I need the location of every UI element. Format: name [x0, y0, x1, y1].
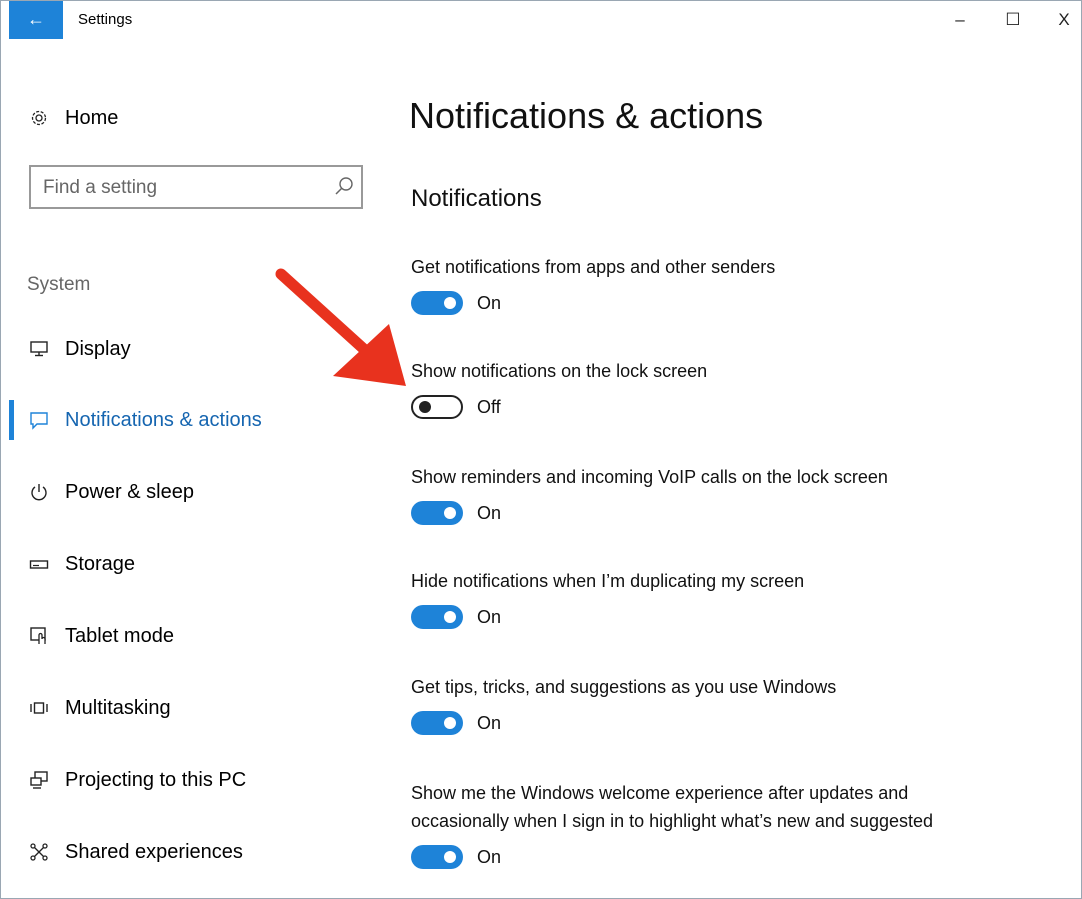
group-label-system: System — [27, 274, 91, 295]
toggle-knob — [444, 611, 456, 623]
tablet-icon — [27, 624, 51, 648]
main-content: Notifications & actions Notifications Ge… — [381, 39, 1081, 897]
toggle-state-label: On — [477, 502, 502, 523]
projector-icon — [27, 768, 51, 792]
sidebar-item-label: Tablet mode — [65, 624, 174, 647]
setting-tips-suggestions: Get tips, tricks, and suggestions as you… — [411, 673, 1051, 735]
close-button[interactable]: X — [1049, 7, 1079, 33]
setting-voip-reminders: Show reminders and incoming VoIP calls o… — [411, 463, 1051, 525]
setting-lock-screen-notifications: Show notifications on the lock screen Of… — [411, 357, 1051, 419]
back-button[interactable]: ← — [9, 1, 63, 39]
setting-app-notifications: Get notifications from apps and other se… — [411, 253, 1051, 315]
sidebar-item-tablet-mode[interactable]: Tablet mode — [1, 616, 381, 656]
power-icon — [27, 480, 51, 504]
setting-description: Show me the Windows welcome experience a… — [411, 783, 933, 831]
setting-description: Get tips, tricks, and suggestions as you… — [411, 677, 837, 697]
toggle-knob — [444, 717, 456, 729]
search-input[interactable] — [31, 167, 335, 209]
sidebar-item-projecting[interactable]: Projecting to this PC — [1, 760, 381, 800]
app-title: Settings — [78, 11, 133, 28]
maximize-button[interactable]: ☐ — [998, 7, 1028, 33]
toggle-switch[interactable] — [411, 395, 463, 419]
share-icon — [27, 840, 51, 864]
setting-description: Show reminders and incoming VoIP calls o… — [411, 467, 888, 487]
settings-window: ← Settings – ☐ X Home System Display — [0, 0, 1082, 899]
search-icon[interactable] — [333, 175, 355, 202]
home-label: Home — [65, 106, 119, 129]
toggle-knob — [444, 851, 456, 863]
sidebar-item-storage[interactable]: Storage — [1, 544, 381, 584]
toggle-state-label: On — [477, 846, 502, 867]
toggle-state-label: On — [477, 606, 502, 627]
toggle-switch[interactable] — [411, 845, 463, 869]
sidebar-home[interactable]: Home — [27, 103, 118, 133]
page-title: Notifications & actions — [409, 95, 764, 136]
setting-welcome-experience: Show me the Windows welcome experience a… — [411, 779, 941, 869]
section-title: Notifications — [411, 185, 542, 212]
monitor-icon — [27, 337, 51, 361]
minimize-button[interactable]: – — [945, 7, 975, 33]
sidebar-item-label: Power & sleep — [65, 480, 194, 503]
toggle-switch[interactable] — [411, 291, 463, 315]
sidebar: Home System Display Notifications & acti… — [1, 39, 381, 897]
toggle-switch[interactable] — [411, 605, 463, 629]
setting-description: Get notifications from apps and other se… — [411, 257, 776, 277]
message-icon — [27, 408, 51, 432]
sidebar-item-label: Notifications & actions — [65, 408, 262, 431]
toggle-knob — [444, 507, 456, 519]
gear-icon — [27, 106, 51, 130]
title-bar: ← Settings – ☐ X — [1, 1, 1081, 39]
sidebar-item-label: Shared experiences — [65, 840, 243, 863]
toggle-state-label: Off — [477, 396, 501, 417]
sidebar-item-label: Projecting to this PC — [65, 768, 247, 791]
toggle-knob — [444, 297, 456, 309]
sidebar-item-shared-experiences[interactable]: Shared experiences — [1, 832, 381, 872]
toggle-switch[interactable] — [411, 711, 463, 735]
toggle-switch[interactable] — [411, 501, 463, 525]
sidebar-item-notifications[interactable]: Notifications & actions — [1, 400, 381, 440]
sidebar-item-label: Multitasking — [65, 696, 171, 719]
search-box — [29, 165, 363, 209]
sidebar-item-label: Display — [65, 337, 131, 360]
sidebar-item-label: Storage — [65, 552, 136, 575]
setting-hide-when-duplicating: Hide notifications when I’m duplicating … — [411, 567, 1051, 629]
multitasking-icon — [27, 696, 51, 720]
setting-description: Show notifications on the lock screen — [411, 361, 708, 381]
storage-icon — [27, 552, 51, 576]
sidebar-item-multitasking[interactable]: Multitasking — [1, 688, 381, 728]
toggle-knob — [419, 401, 431, 413]
setting-description: Hide notifications when I’m duplicating … — [411, 571, 805, 591]
toggle-state-label: On — [477, 712, 502, 733]
toggle-state-label: On — [477, 292, 502, 313]
annotation-arrow-icon — [275, 268, 406, 386]
sidebar-item-power-sleep[interactable]: Power & sleep — [1, 472, 381, 512]
